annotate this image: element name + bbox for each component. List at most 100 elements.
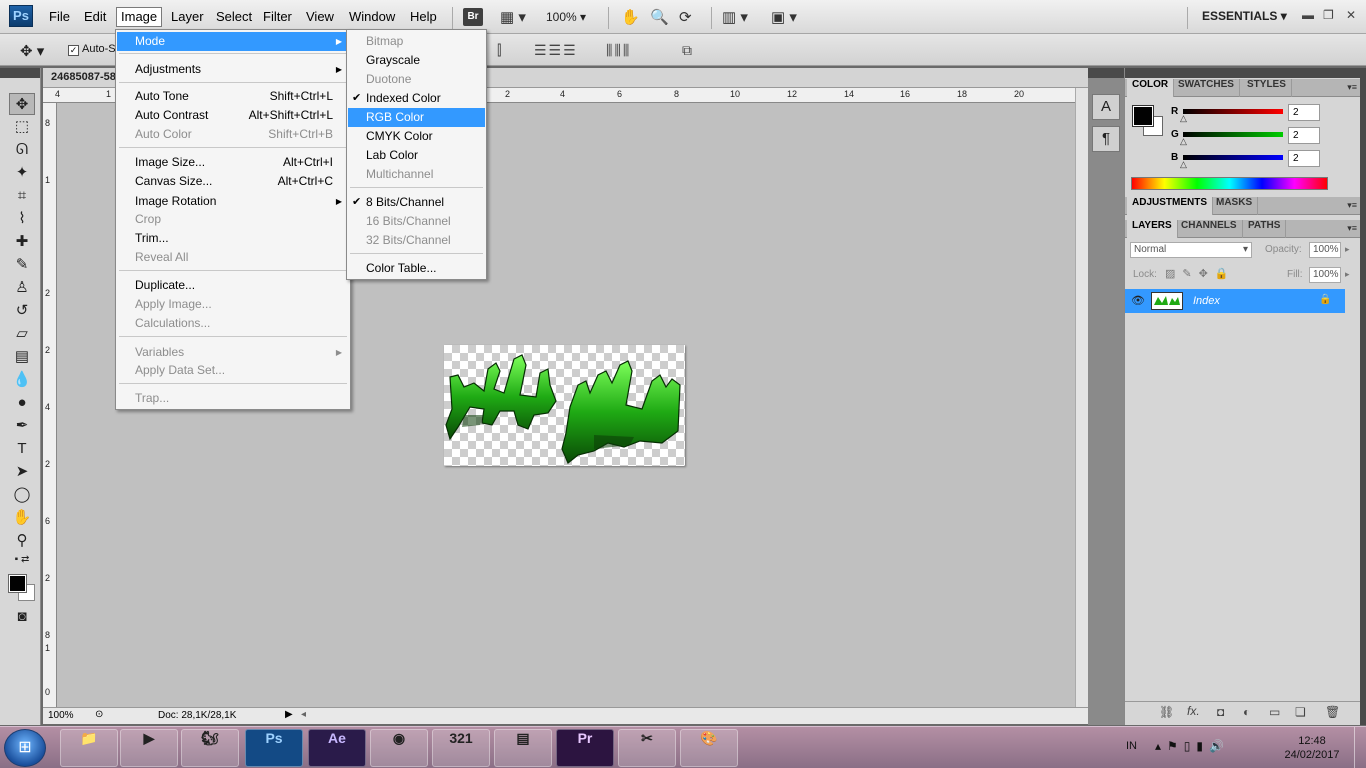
marquee-tool-icon[interactable]: ⬚ [9,116,35,138]
eye-icon[interactable]: 👁 [1131,294,1145,307]
zoom-tool-icon[interactable]: ⚲ [9,530,35,552]
panel-grip[interactable] [1088,68,1124,78]
new-group-icon[interactable]: ▭ [1269,705,1280,719]
taskbar-media-player-classic-icon[interactable]: 321 [432,729,490,767]
menu-item-trim[interactable]: Trim... [117,229,349,248]
color-spectrum-bar[interactable] [1131,177,1328,190]
close-icon[interactable]: ✕ [1346,8,1356,22]
workspace-switcher[interactable]: ESSENTIALS ▾ [1202,9,1287,23]
green-value-field[interactable]: 2 [1288,127,1320,144]
lasso-tool-icon[interactable]: ᘏ [9,139,35,161]
taskbar-sticky-notes-icon[interactable]: ▤ [494,729,552,767]
dodge-tool-icon[interactable]: ● [9,392,35,414]
taskbar-chrome-icon[interactable]: ◉ [370,729,428,767]
mode-item-multichannel[interactable]: Multichannel [348,165,485,184]
brush-tool-icon[interactable]: ✎ [9,254,35,276]
extras-icon[interactable]: ▦ ▾ [500,8,526,26]
slider-knob-icon[interactable]: △ [1180,113,1187,124]
auto-align-icon[interactable]: ⧉ [682,42,694,59]
mode-item-rgb-color[interactable]: RGB Color [348,108,485,127]
taskbar-after-effects-icon[interactable]: Ae [308,729,366,767]
delete-layer-icon[interactable]: 🗑 [1325,705,1340,719]
auto-select-checkbox[interactable]: ✓ Auto-S [68,43,116,56]
adjustment-layer-icon[interactable]: ◐ [1243,705,1250,719]
menu-item-image-size[interactable]: Image Size... Alt+Ctrl+I [117,153,349,172]
ellipse-tool-icon[interactable]: ◯ [9,484,35,506]
color-picker-swatches[interactable] [6,573,36,605]
menu-item-canvas-size[interactable]: Canvas Size... Alt+Ctrl+C [117,172,349,191]
red-value-field[interactable]: 2 [1288,104,1320,121]
hand-tool-icon[interactable]: ✋ [9,507,35,529]
red-slider[interactable] [1183,109,1283,114]
eyedropper-tool-icon[interactable]: ⌇ [9,208,35,230]
tab-channels[interactable]: CHANNELS [1176,220,1243,238]
tab-adjustments[interactable]: ADJUSTMENTS [1127,197,1214,215]
show-desktop-button[interactable] [1354,727,1366,768]
slider-knob-icon[interactable]: △ [1180,159,1187,170]
mode-item-duotone[interactable]: Duotone [348,70,485,89]
blur-tool-icon[interactable]: 💧 [9,369,35,391]
status-zoom-icon[interactable]: ⊙ [95,709,103,720]
paragraph-panel-icon[interactable]: ¶ [1092,126,1120,152]
taskbar-photoshop-icon[interactable]: Ps [245,729,303,767]
menu-help[interactable]: Help [406,8,441,28]
arrange-documents-icon[interactable]: ▥ ▾ [722,8,748,26]
mode-item-color-table[interactable]: Color Table... [348,259,485,278]
new-layer-icon[interactable]: ❏ [1295,705,1306,719]
quick-mask-icon[interactable]: ◙ [9,606,35,628]
add-mask-icon[interactable]: ◘ [1217,705,1224,719]
taskbar-premiere-icon[interactable]: Pr [556,729,614,767]
opacity-arrow-icon[interactable]: ▸ [1345,244,1350,255]
panel-grip[interactable] [0,68,40,78]
menu-item-mode[interactable]: Mode ▶ [117,32,349,51]
restore-icon[interactable]: ❐ [1323,8,1334,22]
taskbar-paint-icon[interactable]: 🎨 [680,729,738,767]
blue-value-field[interactable]: 2 [1288,150,1320,167]
menu-image[interactable]: Image [116,7,163,27]
mode-item-lab-color[interactable]: Lab Color [348,146,485,165]
character-panel-icon[interactable]: A [1092,94,1120,120]
type-tool-icon[interactable]: T [9,438,35,460]
minimize-icon[interactable]: ▬ [1302,8,1314,22]
document-canvas[interactable] [444,345,685,466]
launch-bridge-button[interactable]: Br [463,8,483,26]
vertical-ruler[interactable]: 8 1 2 2 4 2 6 2 8 1 0 [43,103,57,707]
vertical-scrollbar[interactable] [1075,88,1088,707]
layer-name[interactable]: Index [1193,295,1220,307]
menu-item-duplicate[interactable]: Duplicate... [117,276,349,295]
taskbar-media-player-icon[interactable]: ▶ [120,729,178,767]
menu-window[interactable]: Window [345,8,399,28]
fill-field[interactable]: 100% [1309,267,1341,283]
path-selection-tool-icon[interactable]: ➤ [9,461,35,483]
menu-select[interactable]: Select [212,8,256,28]
link-layers-icon[interactable]: ⛓ [1159,705,1174,719]
zoom-level-select[interactable]: 100% ▾ [546,8,586,26]
blend-mode-select[interactable]: Normal ▾ [1130,242,1252,258]
panel-grip[interactable] [1125,68,1360,78]
history-brush-tool-icon[interactable]: ↺ [9,300,35,322]
menu-item-apply-data-set[interactable]: Apply Data Set... [117,361,349,380]
panel-menu-icon[interactable]: ▾≡ [1347,200,1357,211]
menu-item-auto-color[interactable]: Auto Color Shift+Ctrl+B [117,125,349,144]
menu-layer[interactable]: Layer [167,8,208,28]
mode-item-grayscale[interactable]: Grayscale [348,51,485,70]
foreground-color-swatch[interactable] [1132,105,1154,127]
menu-file[interactable]: File [45,8,74,28]
tab-styles[interactable]: STYLES [1242,79,1292,97]
menu-item-reveal-all[interactable]: Reveal All [117,248,349,267]
fx-icon[interactable]: fx. [1187,704,1200,718]
zoom-icon[interactable]: 🔍 [650,8,669,26]
tab-masks[interactable]: MASKS [1211,197,1259,215]
align-icon[interactable]: ⫿ [497,42,503,59]
panel-menu-icon[interactable]: ▾≡ [1347,223,1357,234]
hand-icon[interactable]: ✋ [621,8,640,26]
mode-item-indexed-color[interactable]: ✔ Indexed Color [348,89,485,108]
menu-item-adjustments[interactable]: Adjustments ▶ [117,60,349,79]
tab-color[interactable]: COLOR [1127,79,1175,97]
opacity-field[interactable]: 100% [1309,242,1341,258]
status-menu-arrow-icon[interactable]: ▶ [285,709,293,720]
taskbar-uc-browser-icon[interactable]: 🐿 [181,729,239,767]
magic-wand-tool-icon[interactable]: ✦ [9,162,35,184]
mode-item-8-bits[interactable]: ✔ 8 Bits/Channel [348,193,485,212]
green-slider[interactable] [1183,132,1283,137]
